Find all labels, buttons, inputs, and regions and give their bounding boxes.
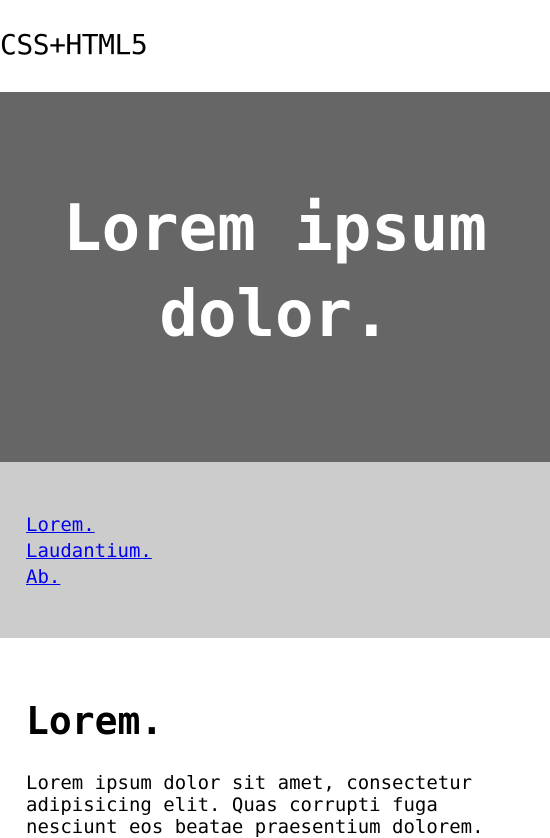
nav-item: Ab. <box>26 564 524 590</box>
main-navigation: Lorem. Laudantium. Ab. <box>0 462 550 638</box>
nav-link-laudantium[interactable]: Laudantium. <box>26 540 152 562</box>
hero-title: Lorem ipsum dolor. <box>63 192 487 352</box>
main-content: Lorem. Lorem ipsum dolor sit amet, conse… <box>0 638 550 838</box>
nav-item: Lorem. <box>26 512 524 538</box>
nav-list: Lorem. Laudantium. Ab. <box>26 512 524 590</box>
site-logo: CSS+HTML5 <box>0 28 148 61</box>
content-heading: Lorem. <box>26 699 164 743</box>
content-paragraph: Lorem ipsum dolor sit amet, consectetur … <box>26 772 484 838</box>
nav-link-lorem[interactable]: Lorem. <box>26 514 95 536</box>
nav-link-ab[interactable]: Ab. <box>26 566 60 588</box>
hero-banner: Lorem ipsum dolor. <box>0 92 550 462</box>
nav-item: Laudantium. <box>26 538 524 564</box>
site-header: CSS+HTML5 <box>0 0 550 92</box>
